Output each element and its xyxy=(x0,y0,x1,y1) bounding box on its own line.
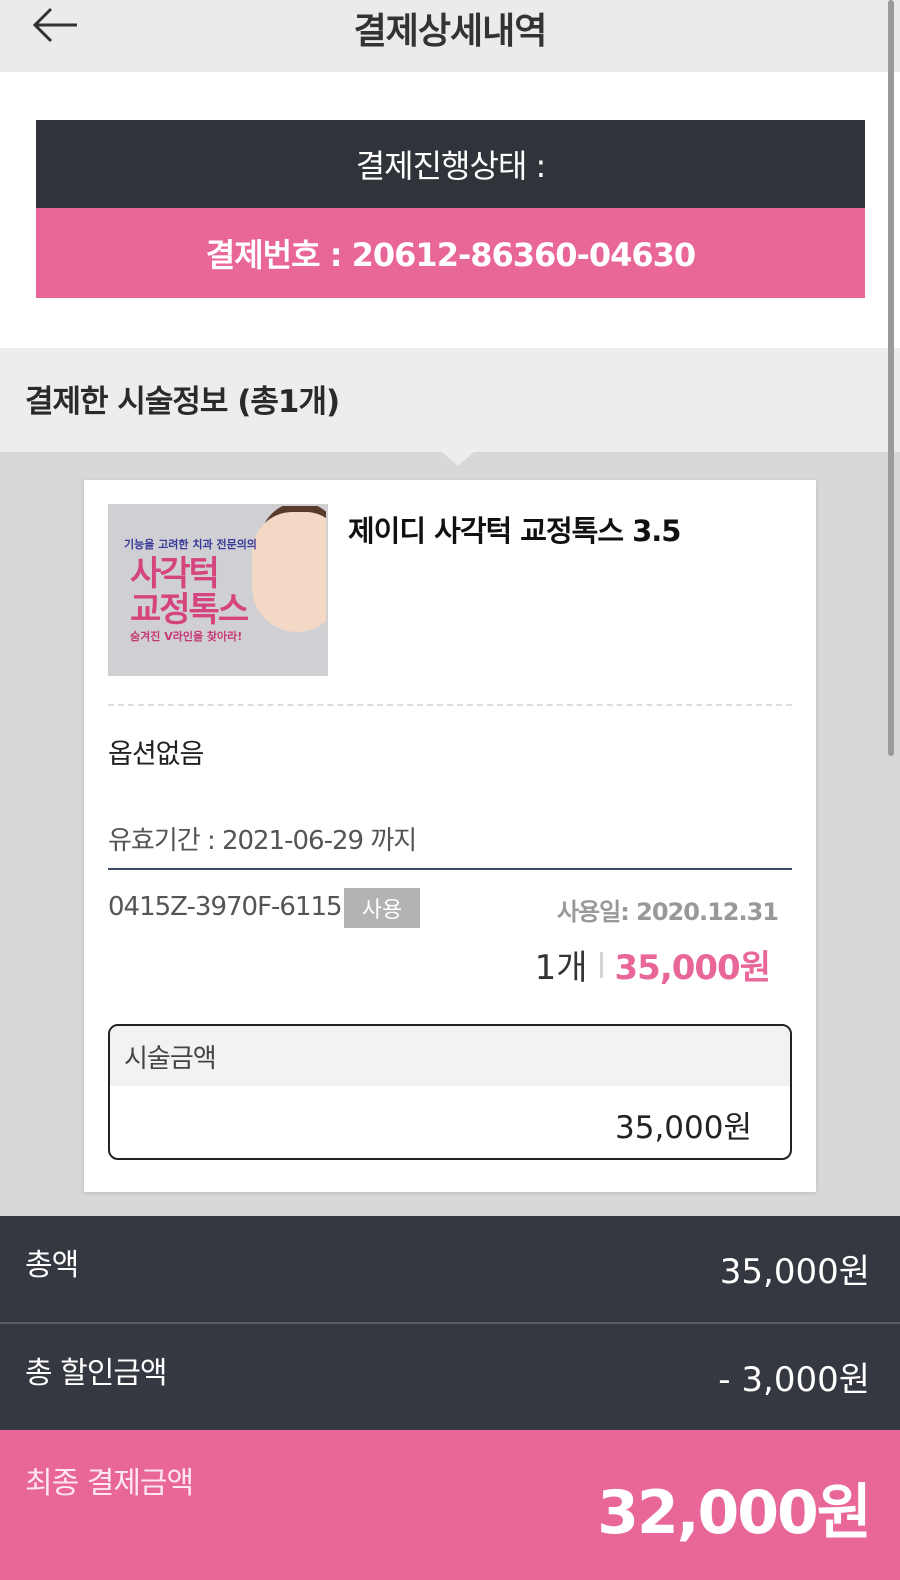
thumbnail-caption: 기능을 고려한 치과 전문의의 xyxy=(124,538,257,551)
totals-panel: 총액 35,000원 총 할인금액 - 3,000원 최종 결제금액 32,00… xyxy=(0,1216,900,1580)
final-payment-row: 최종 결제금액 32,000원 xyxy=(0,1430,900,1580)
procedure-amount-box: 시술금액 35,000원 xyxy=(108,1024,792,1160)
section-header: 결제한 시술정보 (총1개) xyxy=(0,348,900,466)
use-date: 사용일: 2020.12.31 xyxy=(556,898,779,926)
thumbnail-tagline: 숨겨진 V라인을 찾아라! xyxy=(130,630,243,643)
final-payment-label: 최종 결제금액 xyxy=(25,1466,194,1501)
used-badge: 사용 xyxy=(344,888,420,928)
product-card: 기능을 고려한 치과 전문의의 사각턱 교정톡스 숨겨진 V라인을 찾아라! 제… xyxy=(84,480,816,1192)
coupon-code: 0415Z-3970F-6115I xyxy=(108,892,349,922)
scrollbar[interactable] xyxy=(888,0,894,756)
thumbnail-headline-line2: 교정톡스 xyxy=(130,590,249,630)
product-name[interactable]: 제이디 사각턱 교정톡스 3.5 xyxy=(348,508,681,550)
price: 35,000원 xyxy=(614,948,771,988)
quantity-price-row: 1개 35,000원 xyxy=(534,940,771,989)
thumbnail-headline: 사각턱 교정톡스 xyxy=(130,554,249,630)
payment-status-area: 결제진행상태 : 결제번호 : 20612-86360-04630 xyxy=(0,72,900,348)
header: 결제상세내역 xyxy=(0,0,900,72)
discount-label: 총 할인금액 xyxy=(25,1356,168,1391)
product-thumbnail[interactable]: 기능을 고려한 치과 전문의의 사각턱 교정톡스 숨겨진 V라인을 찾아라! xyxy=(108,504,328,676)
final-payment-value: 32,000원 xyxy=(597,1478,872,1548)
section-title: 결제한 시술정보 (총1개) xyxy=(25,384,340,420)
validity-period: 유효기간 : 2021-06-29 까지 xyxy=(108,826,417,856)
total-row: 총액 35,000원 xyxy=(0,1216,900,1322)
discount-value: - 3,000원 xyxy=(718,1360,870,1400)
amount-label-row: 시술금액 xyxy=(110,1026,790,1086)
total-value: 35,000원 xyxy=(719,1252,870,1292)
thumbnail-face xyxy=(252,512,326,632)
section-notch xyxy=(442,452,474,466)
divider xyxy=(108,868,792,870)
total-label: 총액 xyxy=(25,1248,79,1283)
product-option: 옵션없음 xyxy=(108,739,204,770)
discount-row: 총 할인금액 - 3,000원 xyxy=(0,1324,900,1430)
dashed-divider xyxy=(108,704,792,706)
payment-number: 결제번호 : 20612-86360-04630 xyxy=(36,208,865,298)
separator xyxy=(599,951,603,978)
thumbnail-headline-line1: 사각턱 xyxy=(130,554,220,594)
page-title: 결제상세내역 xyxy=(353,11,548,52)
payment-progress-status: 결제진행상태 : xyxy=(36,120,865,208)
quantity: 1개 xyxy=(534,948,588,988)
procedure-amount-value: 35,000원 xyxy=(615,1110,752,1146)
procedure-amount-label: 시술금액 xyxy=(124,1044,217,1074)
